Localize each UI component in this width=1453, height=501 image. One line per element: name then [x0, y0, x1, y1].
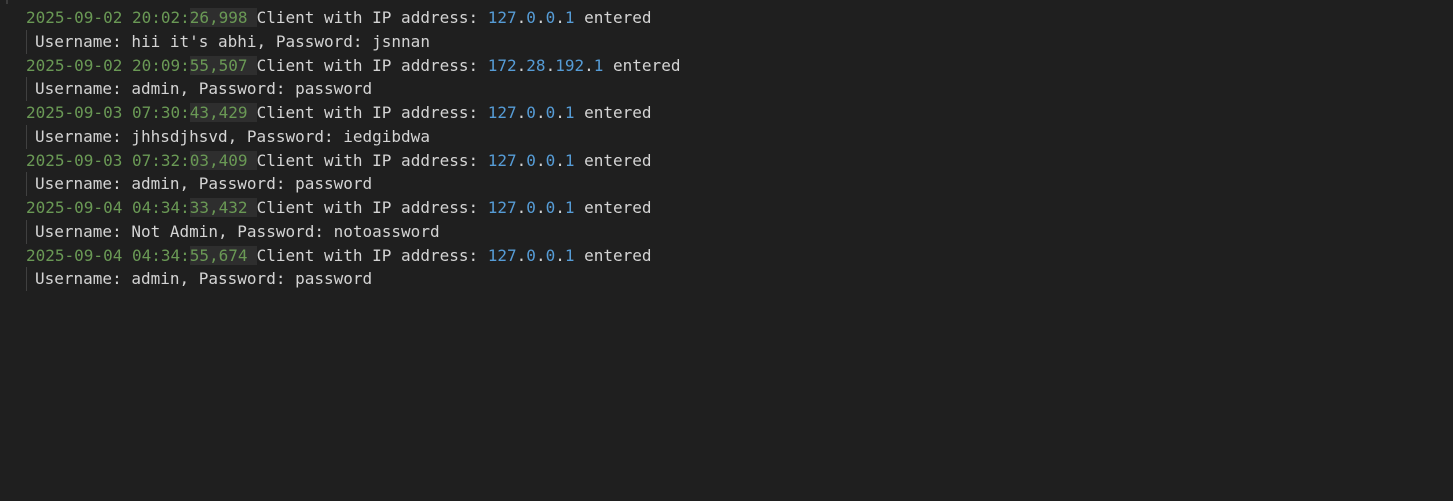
- log-timestamp: 2025-09-03 07:30:43,429: [26, 103, 257, 122]
- ip-address: 127.0.0.1: [488, 151, 575, 170]
- log-detail-line[interactable]: Username: jhhsdjhsvd, Password: iedgibdw…: [0, 124, 680, 149]
- ip-octet: 127: [487, 103, 517, 122]
- log-detail-line[interactable]: Username: hii it's abhi, Password: jsnna…: [0, 29, 680, 54]
- log-lines: 2025-09-02 20:02:26,998 Client with IP ad…: [0, 6, 680, 291]
- ip-octet: 1: [593, 55, 604, 75]
- log-entry-line[interactable]: 2025-09-04 04:34:55,674 Client with IP ad…: [0, 244, 680, 268]
- ip-octet: 0: [545, 8, 556, 27]
- log-detail-line[interactable]: Username: admin, Password: password: [0, 77, 680, 101]
- log-timestamp-seconds: 03,409: [189, 150, 257, 170]
- log-message-suffix: entered: [574, 198, 652, 217]
- ip-octet: 1: [564, 198, 575, 217]
- ip-octet: 1: [564, 150, 575, 170]
- ip-octet: 172: [487, 55, 517, 75]
- log-entry-line[interactable]: 2025-09-03 07:30:43,429 Client with IP ad…: [0, 101, 680, 125]
- log-entry-line[interactable]: 2025-09-03 07:32:03,409 Client with IP ad…: [0, 149, 680, 173]
- log-message-prefix: Client with IP address:: [256, 245, 488, 265]
- ip-dot: .: [555, 8, 565, 27]
- ip-dot: .: [535, 150, 546, 170]
- ip-octet: 1: [564, 8, 575, 27]
- ip-dot: .: [516, 8, 527, 27]
- ip-octet: 192: [555, 55, 585, 75]
- log-message-prefix: Client with IP address:: [256, 150, 488, 170]
- ip-dot: .: [516, 245, 527, 265]
- ip-octet: 28: [526, 55, 546, 75]
- log-timestamp: 2025-09-04 04:34:55,674: [26, 245, 257, 265]
- log-detail-line[interactable]: Username: Not Admin, Password: notoasswo…: [0, 219, 680, 244]
- ip-octet: 0: [545, 103, 556, 122]
- log-message-prefix: Client with IP address:: [256, 8, 488, 27]
- ip-address: 172.28.192.1: [488, 56, 604, 75]
- ip-address: 127.0.0.1: [488, 103, 575, 122]
- ip-address: 127.0.0.1: [488, 8, 575, 27]
- ip-dot: .: [545, 55, 556, 75]
- log-timestamp: 2025-09-02 20:02:26,998: [26, 8, 257, 27]
- log-entry-line[interactable]: 2025-09-02 20:09:55,507 Client with IP ad…: [0, 54, 680, 78]
- log-message-suffix: entered: [574, 245, 652, 265]
- log-message-suffix: entered: [574, 103, 652, 122]
- ip-octet: 0: [526, 150, 536, 170]
- log-timestamp-seconds: 26,998: [189, 8, 257, 27]
- ip-octet: 1: [564, 103, 575, 122]
- ip-dot: .: [535, 198, 546, 217]
- log-detail-line[interactable]: Username: admin, Password: password: [0, 267, 680, 291]
- ip-octet: 0: [526, 198, 536, 217]
- ip-dot: .: [516, 55, 527, 75]
- log-message-suffix: entered: [574, 150, 652, 170]
- ip-octet: 0: [545, 198, 556, 217]
- log-detail-line[interactable]: Username: admin, Password: password: [0, 172, 680, 196]
- log-timestamp-seconds: 43,429: [189, 103, 257, 122]
- log-timestamp-seconds: 55,507: [189, 55, 257, 75]
- ip-octet: 127: [487, 8, 517, 27]
- log-timestamp: 2025-09-04 04:34:33,432: [26, 198, 257, 217]
- ip-octet: 0: [545, 150, 556, 170]
- log-timestamp: 2025-09-02 20:09:55,507: [26, 55, 257, 75]
- ip-octet: 0: [545, 245, 556, 265]
- ip-octet: 127: [487, 245, 517, 265]
- log-message-prefix: Client with IP address:: [256, 55, 488, 75]
- log-message-prefix: Client with IP address:: [256, 198, 488, 217]
- ip-dot: .: [535, 103, 546, 122]
- log-timestamp: 2025-09-03 07:32:03,409: [26, 150, 257, 170]
- ip-dot: .: [535, 245, 546, 265]
- log-entry-line[interactable]: 2025-09-02 20:02:26,998 Client with IP ad…: [0, 6, 680, 30]
- ip-dot: .: [555, 103, 565, 122]
- ip-dot: .: [535, 8, 546, 27]
- log-timestamp-seconds: 33,432: [189, 198, 257, 217]
- log-timestamp-seconds: 55,674: [189, 245, 257, 265]
- ip-octet: 1: [564, 245, 575, 265]
- ip-dot: .: [555, 198, 565, 217]
- ip-octet: 0: [526, 8, 536, 27]
- ip-dot: .: [516, 198, 527, 217]
- clipped-top-line: [0, 0, 120, 4]
- ip-octet: 0: [526, 245, 536, 265]
- ip-dot: .: [584, 55, 594, 75]
- ip-octet: 127: [487, 198, 517, 217]
- log-message-prefix: Client with IP address:: [256, 103, 488, 122]
- indent-guide: [6, 0, 8, 4]
- ip-dot: .: [555, 150, 565, 170]
- ip-address: 127.0.0.1: [488, 198, 575, 217]
- log-message-suffix: entered: [574, 8, 652, 27]
- ip-dot: .: [555, 245, 565, 265]
- ip-address: 127.0.0.1: [488, 246, 575, 265]
- ip-octet: 0: [526, 103, 536, 122]
- log-message-suffix: entered: [603, 55, 681, 75]
- log-entry-line[interactable]: 2025-09-04 04:34:33,432 Client with IP ad…: [0, 196, 680, 220]
- ip-octet: 127: [487, 150, 517, 170]
- log-editor[interactable]: 2025-09-02 20:02:26,998 Client with IP ad…: [0, 0, 1453, 501]
- ip-dot: .: [516, 150, 527, 170]
- ip-dot: .: [516, 103, 527, 122]
